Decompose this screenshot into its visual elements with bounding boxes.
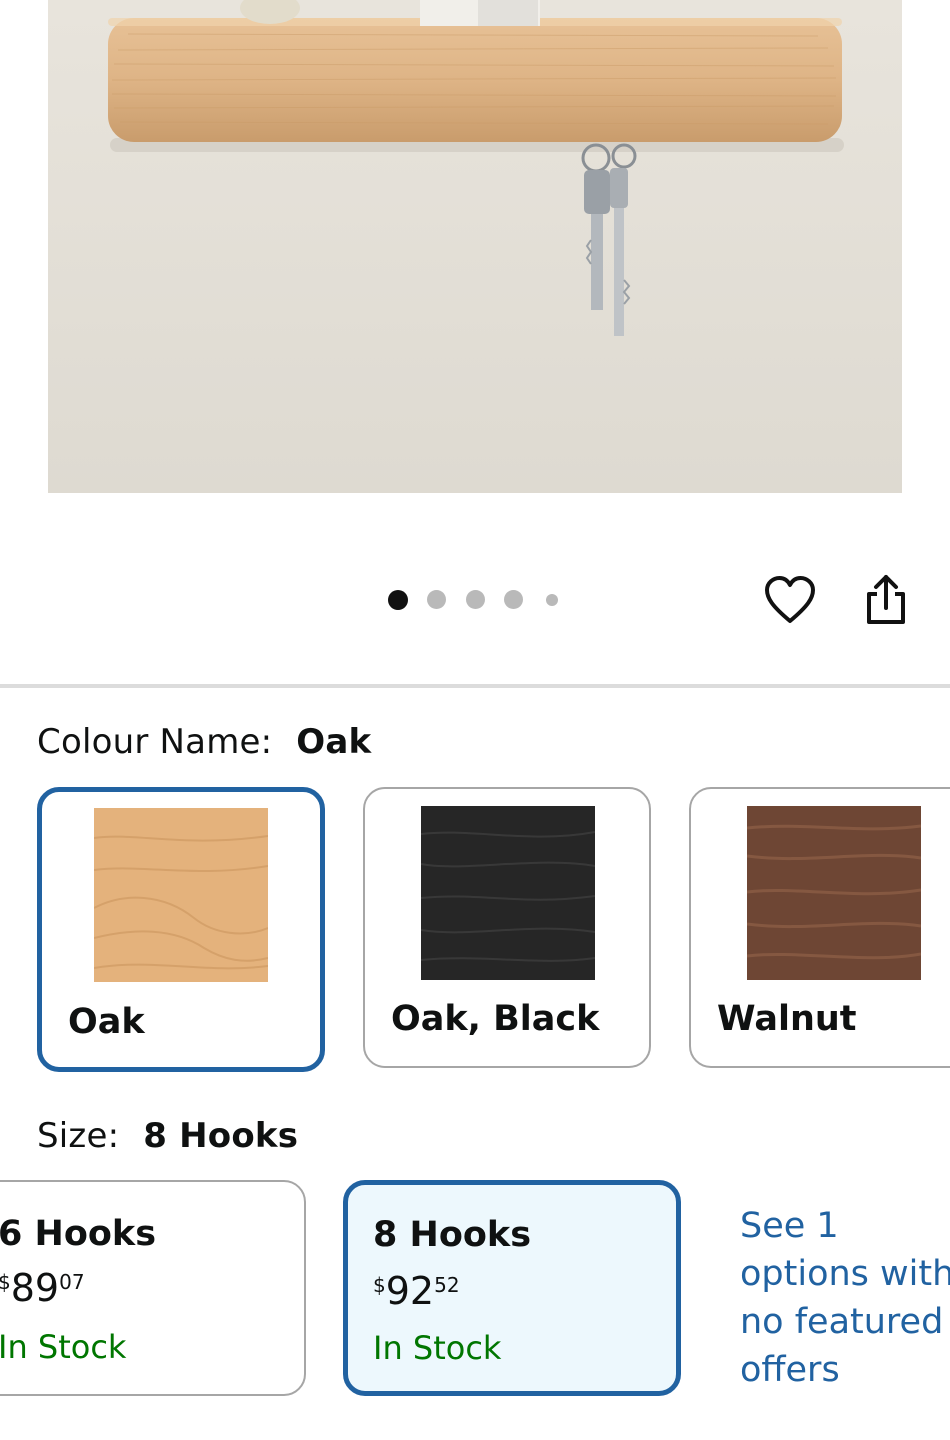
price-whole: 89	[10, 1266, 60, 1310]
carousel-dot-2[interactable]	[427, 590, 446, 609]
see-more-options-link[interactable]: See 1 options with no featured offers	[740, 1202, 950, 1394]
stock-status: In Stock	[373, 1329, 502, 1367]
section-divider	[0, 684, 950, 688]
product-image[interactable]	[48, 0, 902, 493]
size-option-price: $9252	[373, 1269, 460, 1313]
colour-label: Colour Name:	[37, 722, 273, 762]
carousel-dot-5[interactable]	[546, 594, 558, 606]
size-option-price: $8907	[0, 1266, 85, 1310]
carousel-dot-4[interactable]	[504, 590, 523, 609]
colour-option-label: Walnut	[717, 999, 857, 1039]
colour-option-walnut[interactable]: Walnut	[689, 787, 950, 1068]
heart-outline-icon	[765, 576, 815, 623]
price-currency: $	[0, 1270, 11, 1294]
colour-option-oak-black[interactable]: Oak, Black	[363, 787, 651, 1068]
oak-black-swatch-image	[421, 806, 595, 980]
carousel-dot-3[interactable]	[466, 590, 485, 609]
product-photo	[48, 0, 902, 493]
share-icon	[867, 575, 905, 624]
oak-swatch-image	[94, 808, 268, 982]
share-button[interactable]	[860, 572, 912, 628]
image-carousel-dots[interactable]	[380, 585, 570, 615]
price-currency: $	[373, 1273, 386, 1297]
colour-selected-value: Oak	[296, 722, 372, 762]
carousel-dot-1[interactable]	[388, 590, 408, 610]
colour-option-oak[interactable]: Oak	[37, 787, 325, 1072]
price-fraction: 52	[434, 1273, 460, 1297]
size-option-label: 8 Hooks	[373, 1215, 532, 1255]
size-option-label: 6 Hooks	[0, 1214, 157, 1254]
size-option-6-hooks[interactable]: 6 Hooks $8907 In Stock	[0, 1180, 306, 1396]
wishlist-button[interactable]	[762, 574, 818, 628]
size-label-row: Size: 8 Hooks	[37, 1116, 298, 1156]
size-selected-value: 8 Hooks	[143, 1116, 299, 1156]
size-label: Size:	[37, 1116, 120, 1156]
colour-option-label: Oak, Black	[391, 999, 600, 1039]
walnut-swatch-image	[747, 806, 921, 980]
price-fraction: 07	[59, 1270, 85, 1294]
stock-status: In Stock	[0, 1328, 127, 1366]
colour-option-label: Oak	[68, 1002, 145, 1042]
price-whole: 92	[385, 1269, 435, 1313]
colour-label-row: Colour Name: Oak	[37, 722, 371, 762]
size-option-8-hooks[interactable]: 8 Hooks $9252 In Stock	[343, 1180, 681, 1396]
